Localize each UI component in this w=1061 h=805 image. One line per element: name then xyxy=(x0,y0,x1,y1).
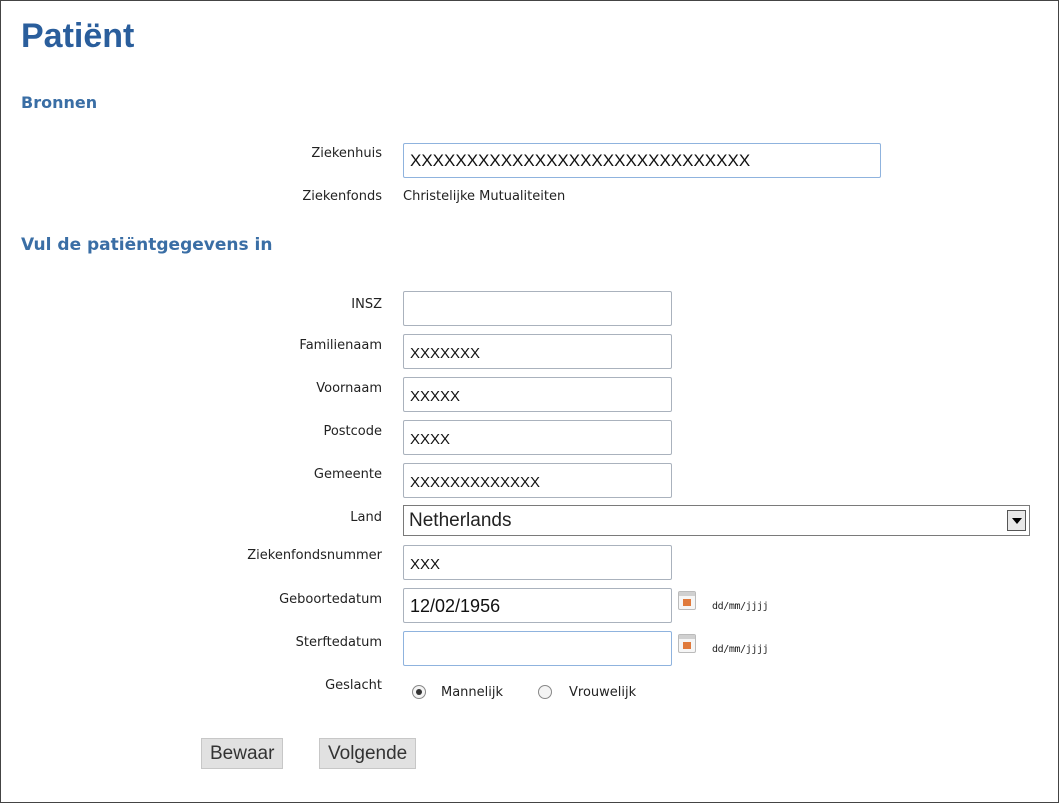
hospital-input[interactable]: XXXXXXXXXXXXXXXXXXXXXXXXXXXXXX xyxy=(403,143,881,178)
death-date-input[interactable] xyxy=(403,631,672,666)
municipality-label: Gemeente xyxy=(313,467,382,482)
insz-label: INSZ xyxy=(351,297,382,312)
family-name-input[interactable]: XXXXXXX xyxy=(403,334,672,369)
next-button[interactable]: Volgende xyxy=(319,738,417,769)
section-title-patient: Vul de patiëntgegevens in xyxy=(21,235,273,255)
postcode-label: Postcode xyxy=(323,424,382,439)
section-title-sources: Bronnen xyxy=(21,93,98,112)
fund-label: Ziekenfonds xyxy=(302,189,382,204)
save-button[interactable]: Bewaar xyxy=(201,738,284,769)
birth-date-format-hint: dd/mm/jjjj xyxy=(712,601,769,612)
birth-date-input[interactable]: 12/02/1956 xyxy=(403,588,672,623)
radio-mannelijk[interactable] xyxy=(412,685,426,699)
country-select[interactable]: Netherlands xyxy=(403,505,1030,536)
radio-label-vrouwelijk: Vrouwelijk xyxy=(569,685,637,700)
family-name-label: Familienaam xyxy=(299,338,382,353)
calendar-icon[interactable] xyxy=(678,634,696,653)
page-title: Patiënt xyxy=(21,17,135,55)
insz-input[interactable] xyxy=(403,291,672,326)
death-date-label: Sterftedatum xyxy=(295,635,382,650)
gender-label: Geslacht xyxy=(325,678,382,693)
fund-value: Christelijke Mutualiteiten xyxy=(403,189,566,204)
first-name-input[interactable]: XXXXX xyxy=(403,377,672,412)
chevron-down-icon[interactable] xyxy=(1007,510,1026,531)
calendar-icon[interactable] xyxy=(678,591,696,610)
country-select-value: Netherlands xyxy=(409,510,512,531)
radio-label-mannelijk: Mannelijk xyxy=(441,685,504,700)
fund-number-label: Ziekenfondsnummer xyxy=(247,548,382,563)
fund-number-input[interactable]: XXX xyxy=(403,545,672,580)
death-date-format-hint: dd/mm/jjjj xyxy=(712,644,769,655)
municipality-input[interactable]: XXXXXXXXXXXXX xyxy=(403,463,672,498)
birth-date-label: Geboortedatum xyxy=(279,592,382,607)
hospital-label: Ziekenhuis xyxy=(311,146,382,161)
radio-vrouwelijk[interactable] xyxy=(538,685,552,699)
page-frame: Patiënt Bronnen Ziekenhuis XXXXXXXXXXXXX… xyxy=(0,0,1059,803)
country-label: Land xyxy=(350,510,382,525)
postcode-input[interactable]: XXXX xyxy=(403,420,672,455)
first-name-label: Voornaam xyxy=(316,381,382,396)
